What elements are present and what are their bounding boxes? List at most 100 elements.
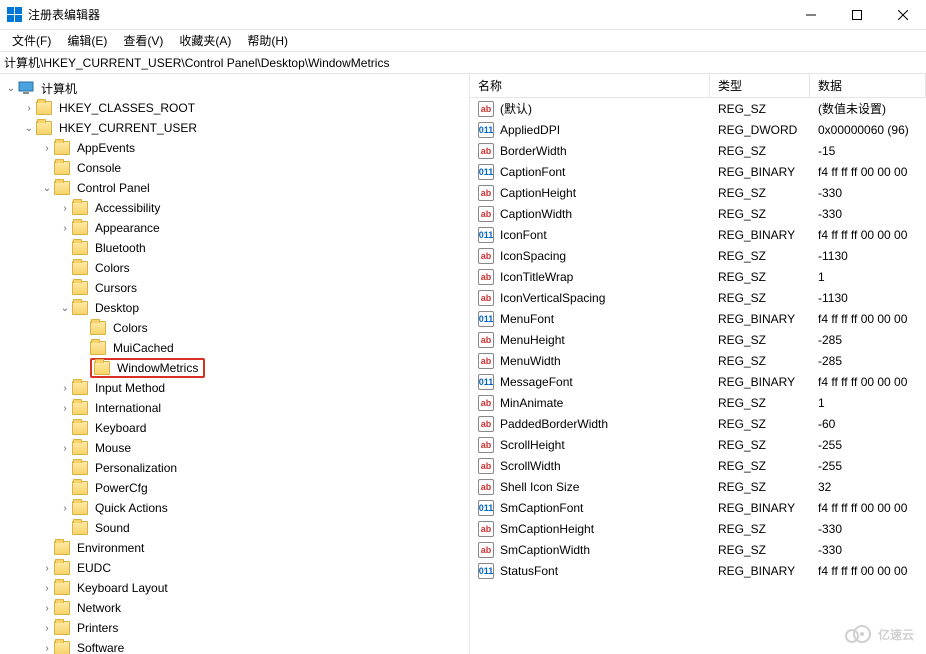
collapse-icon[interactable]: ⌄ bbox=[4, 83, 18, 94]
tree-node[interactable]: Colors bbox=[0, 258, 469, 278]
collapse-icon[interactable]: ⌄ bbox=[22, 123, 36, 134]
value-type: REG_SZ bbox=[710, 291, 810, 305]
tree-node[interactable]: ›EUDC bbox=[0, 558, 469, 578]
tree-node[interactable]: ›HKEY_CLASSES_ROOT bbox=[0, 98, 469, 118]
tree-node[interactable]: MuiCached bbox=[0, 338, 469, 358]
tree-node[interactable]: ›Software bbox=[0, 638, 469, 654]
expand-icon[interactable]: › bbox=[58, 223, 72, 234]
value-data: -1130 bbox=[810, 249, 926, 263]
tree-node[interactable]: ⌄Desktop bbox=[0, 298, 469, 318]
tree-node[interactable]: Colors bbox=[0, 318, 469, 338]
tree-node[interactable]: Console bbox=[0, 158, 469, 178]
tree-node[interactable]: ›Accessibility bbox=[0, 198, 469, 218]
value-row[interactable]: 011AppliedDPIREG_DWORD0x00000060 (96) bbox=[470, 119, 926, 140]
collapse-icon[interactable]: ⌄ bbox=[40, 183, 54, 194]
tree-node[interactable]: ›AppEvents bbox=[0, 138, 469, 158]
value-row[interactable]: 011MessageFontREG_BINARYf4 ff ff ff 00 0… bbox=[470, 371, 926, 392]
value-row[interactable]: abCaptionWidthREG_SZ-330 bbox=[470, 203, 926, 224]
node-label: MuiCached bbox=[110, 340, 177, 356]
value-row[interactable]: abMinAnimateREG_SZ1 bbox=[470, 392, 926, 413]
menu-edit[interactable]: 编辑(E) bbox=[59, 30, 115, 51]
list-body[interactable]: ab(默认)REG_SZ(数值未设置)011AppliedDPIREG_DWOR… bbox=[470, 98, 926, 654]
menu-favorites[interactable]: 收藏夹(A) bbox=[171, 30, 239, 51]
folder-icon bbox=[54, 161, 70, 175]
value-row[interactable]: abShell Icon SizeREG_SZ32 bbox=[470, 476, 926, 497]
tree-node[interactable]: ⌄HKEY_CURRENT_USER bbox=[0, 118, 469, 138]
menu-bar: 文件(F) 编辑(E) 查看(V) 收藏夹(A) 帮助(H) bbox=[0, 30, 926, 52]
value-row[interactable]: abIconSpacingREG_SZ-1130 bbox=[470, 245, 926, 266]
tree-node[interactable]: Cursors bbox=[0, 278, 469, 298]
tree-node[interactable]: ›Quick Actions bbox=[0, 498, 469, 518]
expand-icon[interactable]: › bbox=[58, 203, 72, 214]
expand-icon[interactable]: › bbox=[58, 403, 72, 414]
menu-help[interactable]: 帮助(H) bbox=[239, 30, 296, 51]
tree-node[interactable]: ⌄ Control Panel bbox=[0, 178, 469, 198]
close-button[interactable] bbox=[880, 0, 926, 30]
value-row[interactable]: 011CaptionFontREG_BINARYf4 ff ff ff 00 0… bbox=[470, 161, 926, 182]
tree-node[interactable]: WindowMetrics bbox=[0, 358, 469, 378]
address-bar[interactable]: 计算机\HKEY_CURRENT_USER\Control Panel\Desk… bbox=[0, 52, 926, 74]
value-row[interactable]: abBorderWidthREG_SZ-15 bbox=[470, 140, 926, 161]
string-value-icon: ab bbox=[478, 248, 494, 264]
value-row[interactable]: abPaddedBorderWidthREG_SZ-60 bbox=[470, 413, 926, 434]
value-row[interactable]: abScrollHeightREG_SZ-255 bbox=[470, 434, 926, 455]
collapse-icon[interactable]: ⌄ bbox=[58, 303, 72, 314]
value-data: f4 ff ff ff 00 00 00 bbox=[810, 375, 926, 389]
tree-node[interactable]: Keyboard bbox=[0, 418, 469, 438]
value-row[interactable]: 011MenuFontREG_BINARYf4 ff ff ff 00 00 0… bbox=[470, 308, 926, 329]
tree-node[interactable]: ›Keyboard Layout bbox=[0, 578, 469, 598]
minimize-button[interactable] bbox=[788, 0, 834, 30]
menu-view[interactable]: 查看(V) bbox=[115, 30, 171, 51]
value-name: IconSpacing bbox=[500, 249, 566, 263]
value-row[interactable]: 011StatusFontREG_BINARYf4 ff ff ff 00 00… bbox=[470, 560, 926, 581]
menu-file[interactable]: 文件(F) bbox=[4, 30, 59, 51]
tree-node[interactable]: ›International bbox=[0, 398, 469, 418]
expand-icon[interactable]: › bbox=[40, 563, 54, 574]
value-name: AppliedDPI bbox=[500, 123, 560, 137]
expand-icon[interactable]: › bbox=[58, 383, 72, 394]
value-row[interactable]: abSmCaptionWidthREG_SZ-330 bbox=[470, 539, 926, 560]
tree-node[interactable]: Environment bbox=[0, 538, 469, 558]
value-row[interactable]: ab(默认)REG_SZ(数值未设置) bbox=[470, 98, 926, 119]
expand-icon[interactable]: › bbox=[22, 103, 36, 114]
expand-icon[interactable]: › bbox=[40, 623, 54, 634]
tree-node[interactable]: ›Appearance bbox=[0, 218, 469, 238]
folder-icon bbox=[54, 641, 70, 654]
tree-node[interactable]: Personalization bbox=[0, 458, 469, 478]
tree-node[interactable]: ›Network bbox=[0, 598, 469, 618]
maximize-button[interactable] bbox=[834, 0, 880, 30]
node-label: PowerCfg bbox=[92, 480, 151, 496]
value-row[interactable]: abMenuHeightREG_SZ-285 bbox=[470, 329, 926, 350]
col-type[interactable]: 类型 bbox=[710, 74, 810, 97]
value-row[interactable]: 011IconFontREG_BINARYf4 ff ff ff 00 00 0… bbox=[470, 224, 926, 245]
folder-icon bbox=[72, 421, 88, 435]
value-row[interactable]: abIconVerticalSpacingREG_SZ-1130 bbox=[470, 287, 926, 308]
tree-node[interactable]: Bluetooth bbox=[0, 238, 469, 258]
node-label: Control Panel bbox=[74, 180, 153, 196]
value-data: f4 ff ff ff 00 00 00 bbox=[810, 228, 926, 242]
value-row[interactable]: abCaptionHeightREG_SZ-330 bbox=[470, 182, 926, 203]
value-row[interactable]: abScrollWidthREG_SZ-255 bbox=[470, 455, 926, 476]
tree-node[interactable]: Sound bbox=[0, 518, 469, 538]
tree-node[interactable]: ⌄计算机 bbox=[0, 78, 469, 98]
tree-node[interactable]: PowerCfg bbox=[0, 478, 469, 498]
value-row[interactable]: 011SmCaptionFontREG_BINARYf4 ff ff ff 00… bbox=[470, 497, 926, 518]
value-row[interactable]: abSmCaptionHeightREG_SZ-330 bbox=[470, 518, 926, 539]
folder-icon bbox=[72, 201, 88, 215]
tree-node[interactable]: ›Printers bbox=[0, 618, 469, 638]
tree-node[interactable]: ›Input Method bbox=[0, 378, 469, 398]
expand-icon[interactable]: › bbox=[40, 583, 54, 594]
value-row[interactable]: abIconTitleWrapREG_SZ1 bbox=[470, 266, 926, 287]
col-name[interactable]: 名称 bbox=[470, 74, 710, 97]
folder-icon bbox=[72, 501, 88, 515]
value-row[interactable]: abMenuWidthREG_SZ-285 bbox=[470, 350, 926, 371]
expand-icon[interactable]: › bbox=[40, 603, 54, 614]
string-value-icon: ab bbox=[478, 332, 494, 348]
expand-icon[interactable]: › bbox=[40, 643, 54, 654]
expand-icon[interactable]: › bbox=[58, 443, 72, 454]
registry-tree[interactable]: ⌄计算机›HKEY_CLASSES_ROOT⌄HKEY_CURRENT_USER… bbox=[0, 74, 470, 654]
tree-node[interactable]: ›Mouse bbox=[0, 438, 469, 458]
node-label: WindowMetrics bbox=[114, 360, 201, 376]
col-data[interactable]: 数据 bbox=[810, 74, 926, 97]
expand-icon[interactable]: › bbox=[40, 143, 54, 154]
